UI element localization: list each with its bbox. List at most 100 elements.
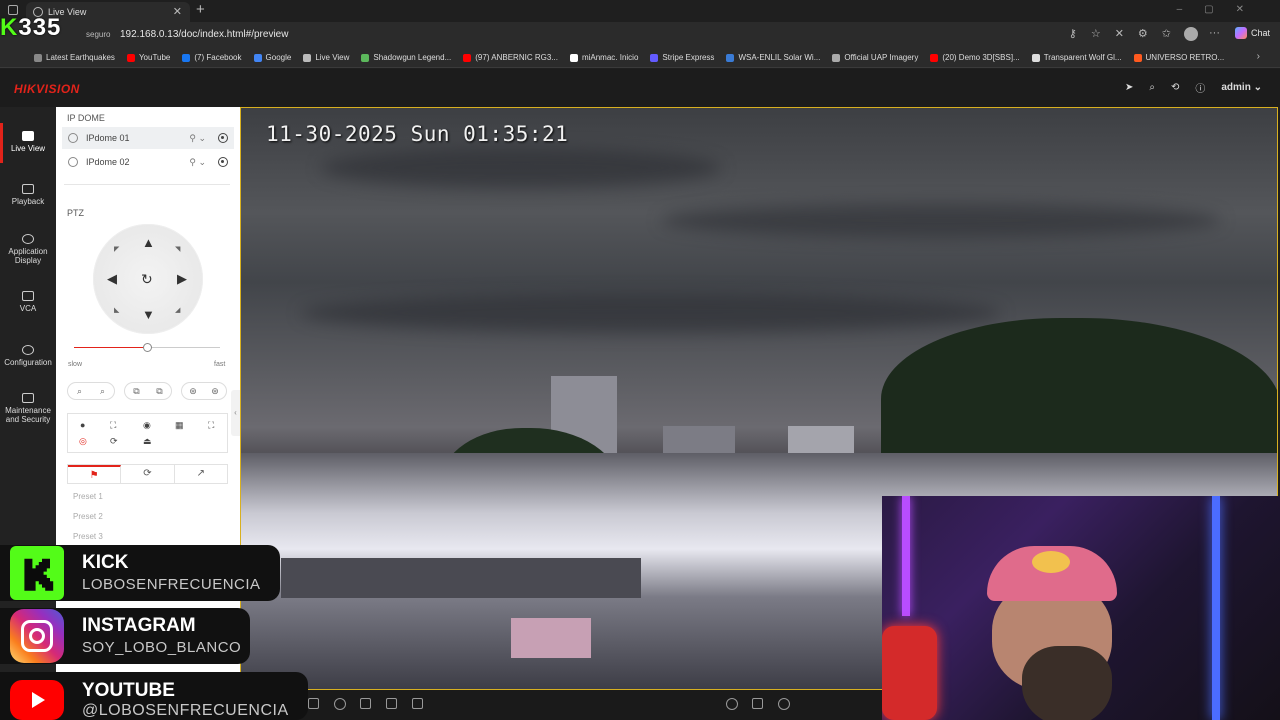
focus-far-icon[interactable]: ⧉ — [156, 386, 162, 397]
tab-patrol[interactable]: ⟳ — [121, 465, 175, 483]
url-input[interactable]: 192.168.0.13/doc/index.html#/preview — [120, 29, 288, 40]
light-icon[interactable]: ● — [80, 420, 85, 430]
preset-item[interactable]: Preset 3 — [73, 532, 103, 541]
park-icon[interactable]: ⏏ — [143, 436, 152, 447]
ptz-3d-icon[interactable] — [412, 698, 423, 709]
ptz-auto-rotate-icon[interactable]: ↻ — [141, 271, 153, 288]
close-tab-icon[interactable]: ✕ — [173, 5, 182, 18]
ptz-tools: ● ⛶ ◉ ▦ ⛶ ◎ ⟳ ⏏ — [67, 413, 228, 453]
bookmark-item[interactable]: Official UAP Imagery — [832, 53, 918, 62]
bookmark-item[interactable]: Live View — [303, 53, 349, 62]
send-icon[interactable]: ➤ — [1125, 82, 1133, 93]
nav-label: VCA — [19, 304, 37, 313]
record-icon[interactable] — [218, 133, 228, 143]
new-tab-button[interactable]: + — [196, 1, 205, 18]
share-icon[interactable]: ⟲ — [1171, 82, 1179, 93]
ptz-down-right-icon[interactable]: ◢ — [175, 306, 180, 314]
camera-item-ipdome-02[interactable]: IPdome 02 ⚲ ⌄ — [62, 151, 234, 173]
ptz-direction-pad[interactable]: ▲ ▼ ◀ ▶ ◤ ◥ ◣ ◢ ↻ — [93, 224, 203, 334]
ptz-speed-handle[interactable] — [143, 343, 152, 352]
bookmark-item[interactable]: Shadowgun Legend... — [361, 53, 451, 62]
bookmark-item[interactable]: YouTube — [126, 53, 170, 62]
station-roof — [281, 558, 641, 598]
user-name: admin — [1221, 82, 1251, 93]
info-icon[interactable]: ⓘ — [1195, 80, 1205, 95]
zoom-out-icon[interactable]: ⌕ — [77, 386, 82, 397]
ptz-up-right-icon[interactable]: ◥ — [175, 245, 180, 253]
collapse-panel-button[interactable]: ‹ — [231, 390, 240, 436]
instagram-icon — [10, 609, 64, 663]
record-icon[interactable] — [218, 157, 228, 167]
microphone-icon[interactable] — [334, 698, 346, 710]
stream-select-icon[interactable]: ⚲ ⌄ — [189, 133, 206, 144]
bookmark-favicon-icon — [182, 53, 191, 62]
digital-zoom-icon[interactable] — [386, 698, 397, 709]
chat-button[interactable]: Chat — [1234, 27, 1270, 39]
bookmarks-overflow-icon[interactable]: › — [1257, 51, 1260, 62]
menu-dots-icon[interactable]: ··· — [1209, 27, 1220, 40]
preset-item[interactable]: Preset 2 — [73, 512, 103, 521]
nav-vca[interactable]: VCA — [0, 291, 56, 313]
bookmark-item[interactable]: Stripe Express — [650, 53, 714, 62]
3d-position-icon[interactable]: ⛶ — [110, 420, 116, 431]
focus-near-icon[interactable]: ⧉ — [133, 386, 139, 397]
ptz-right-icon[interactable]: ▶ — [177, 272, 187, 285]
wiper-icon[interactable]: ◉ — [143, 420, 151, 431]
ptz-left-icon[interactable]: ◀ — [107, 272, 117, 285]
ptz-title: PTZ — [67, 208, 84, 218]
preset-item[interactable]: Preset 1 — [73, 492, 103, 501]
bookmark-item[interactable]: (20) Demo 3D[SBS]... — [930, 53, 1020, 62]
camera-item-ipdome-01[interactable]: IPdome 01 ⚲ ⌄ — [62, 127, 234, 149]
bookmark-label: UNIVERSO RETRO... — [1145, 53, 1225, 62]
extension-x-icon[interactable]: ✕ — [1115, 27, 1124, 40]
security-indicator[interactable]: seguro — [86, 30, 110, 39]
favorites-icon[interactable]: ✩ — [1162, 27, 1171, 40]
bookmark-label: Google — [265, 53, 292, 62]
stream-select-icon[interactable]: ⚲ ⌄ — [189, 157, 206, 168]
bookmark-item[interactable]: Google — [253, 53, 292, 62]
social-handle: @LOBOSENFRECUENCIA — [82, 702, 289, 719]
browser-titlebar: Live View ✕ + –▢✕ — [0, 0, 1280, 22]
tab-pattern[interactable]: ↗ — [175, 465, 227, 483]
nav-maintenance-security[interactable]: Maintenance and Security — [0, 393, 56, 424]
nav-playback[interactable]: Playback — [0, 184, 56, 206]
ptz-speed-slider[interactable] — [74, 343, 220, 352]
profile-avatar[interactable] — [1184, 27, 1198, 41]
ptz-down-left-icon[interactable]: ◣ — [114, 306, 119, 314]
extensions-puzzle-icon[interactable]: ⚙ — [1138, 27, 1148, 40]
capture-icon[interactable] — [308, 698, 319, 709]
bookmark-item[interactable]: Latest Earthquakes — [34, 53, 115, 62]
favorite-star-icon[interactable]: ☆ — [1091, 27, 1101, 40]
window-division-icon[interactable] — [752, 698, 763, 709]
grid-icon[interactable]: ▦ — [175, 420, 184, 431]
camera-icon — [68, 157, 78, 167]
bookmark-item[interactable]: (97) ANBERNIC RG3... — [463, 53, 558, 62]
zoom-in-icon[interactable]: ⌕ — [100, 386, 105, 397]
iris-close-icon[interactable]: ⊛ — [211, 386, 219, 397]
password-key-icon[interactable]: ⚷ — [1069, 27, 1077, 40]
window-controls[interactable]: –▢✕ — [1177, 4, 1266, 15]
search-icon[interactable]: ⌕ — [1149, 82, 1155, 93]
tab-presets[interactable]: ⚑ — [68, 465, 122, 483]
nav-configuration[interactable]: Configuration — [0, 345, 56, 367]
nav-live-view[interactable]: Live View — [0, 123, 56, 163]
ptz-down-icon[interactable]: ▼ — [142, 308, 155, 321]
nav-application-display[interactable]: Application Display — [0, 234, 56, 265]
user-menu[interactable]: admin ⌄ — [1221, 82, 1262, 93]
bookmark-item[interactable]: (7) Facebook — [182, 53, 242, 62]
previous-icon[interactable] — [726, 698, 738, 710]
iris-buttons: ⊛ ⊛ — [181, 382, 227, 400]
bookmark-item[interactable]: miAnmac. Inicio — [569, 53, 638, 62]
bookmark-item[interactable]: Transparent Wolf Gl... — [1031, 53, 1122, 62]
record-clip-icon[interactable] — [360, 698, 371, 709]
lens-init-icon[interactable]: ◎ — [79, 436, 87, 447]
iris-open-icon[interactable]: ⊛ — [189, 386, 197, 397]
ptz-up-left-icon[interactable]: ◤ — [114, 245, 119, 253]
bookmark-item[interactable]: WSA-ENLIL Solar Wi... — [726, 53, 820, 62]
ptz-up-icon[interactable]: ▲ — [142, 236, 155, 249]
bookmark-item[interactable]: UNIVERSO RETRO... — [1133, 53, 1225, 62]
bookmark-label: Live View — [315, 53, 350, 62]
refresh-icon[interactable]: ⟳ — [110, 436, 118, 447]
next-icon[interactable] — [778, 698, 790, 710]
auto-track-icon[interactable]: ⛶ — [208, 420, 214, 431]
